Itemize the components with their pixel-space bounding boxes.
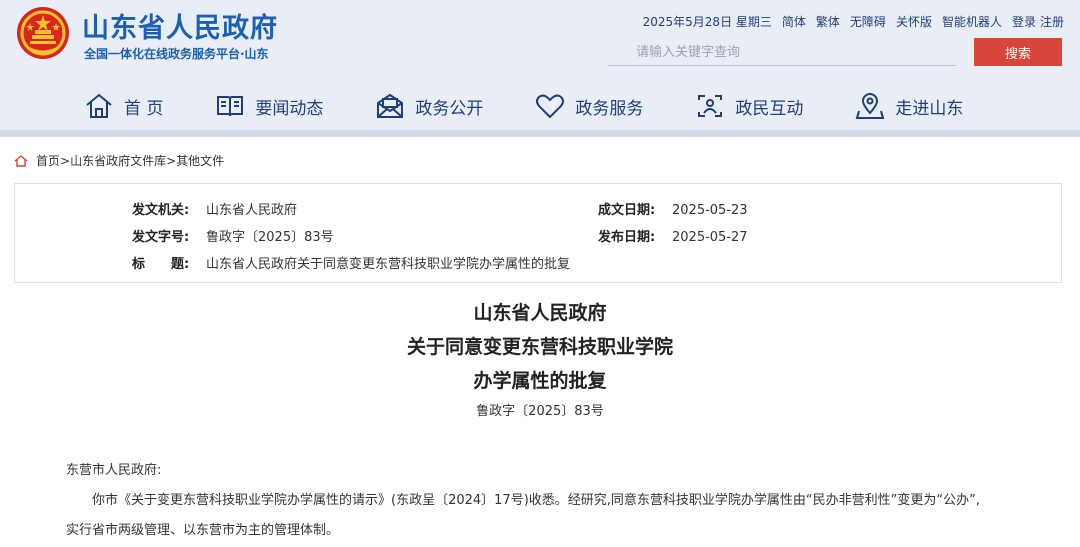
nav-shandong-label: 走进山东 — [895, 98, 964, 119]
subject-label: 标 题: — [132, 257, 190, 272]
breadcrumb-separator: > — [166, 154, 177, 168]
nav-disclosure[interactable]: 政务公开 — [375, 91, 483, 121]
heart-icon — [536, 94, 565, 119]
site-subtitle: 全国一体化在线政务服务平台·山东 — [84, 47, 269, 61]
book-icon — [217, 96, 244, 117]
home-icon — [14, 154, 28, 167]
nav-news[interactable]: 要闻动态 — [215, 91, 323, 121]
nav-disclosure-label: 政务公开 — [415, 98, 484, 119]
nav-home-label: 首 页 — [124, 98, 164, 119]
link-register[interactable]: 注册 — [1040, 13, 1064, 30]
document-title-line-2: 关于同意变更东营科技职业学院 — [406, 336, 673, 358]
main-nav: 首 页 要闻动态 政务公开 政务服务 政民互动 走进山东 — [84, 86, 1015, 126]
link-care-mode[interactable]: 关怀版 — [896, 13, 932, 30]
info-written-date-row: 成文日期: 2025-05-23 — [598, 199, 748, 218]
info-publish-date-row: 发布日期: 2025-05-27 — [598, 226, 748, 245]
nav-interaction[interactable]: 政民互动 — [695, 91, 803, 121]
national-emblem-icon — [17, 7, 69, 59]
breadcrumb-library[interactable]: 山东省政府文件库 — [70, 154, 166, 168]
link-traditional[interactable]: 繁体 — [816, 13, 840, 30]
nav-interaction-label: 政民互动 — [735, 98, 804, 119]
link-simplified[interactable]: 简体 — [782, 13, 806, 30]
interaction-icon — [698, 95, 723, 117]
envelope-icon — [377, 93, 404, 118]
nav-news-label: 要闻动态 — [255, 98, 324, 119]
written-date-label: 成文日期: — [598, 203, 656, 218]
map-pin-icon — [856, 93, 885, 119]
subject-value: 山东省人民政府关于同意变更东营科技职业学院办学属性的批复 — [206, 257, 571, 272]
breadcrumb: 首页>山东省政府文件库>其他文件 — [14, 152, 224, 169]
document-salutation: 东营市人民政府: — [66, 463, 162, 478]
search-input[interactable] — [608, 40, 956, 66]
publish-date-value: 2025-05-27 — [672, 230, 748, 245]
top-links-bar: 2025年5月28日 星期三 简体 繁体 无障碍 关怀版 智能机器人 登录 注册 — [643, 13, 1064, 30]
header-divider — [0, 130, 1080, 137]
document-number: 鲁政字〔2025〕83号 — [476, 404, 604, 419]
link-login[interactable]: 登录 — [1012, 13, 1036, 30]
document-body: 东营市人民政府: 你市《关于变更东营科技职业学院办学属性的请示》(东政呈〔202… — [66, 456, 986, 546]
written-date-value: 2025-05-23 — [672, 203, 748, 218]
nav-home[interactable]: 首 页 — [84, 91, 163, 121]
publish-date-label: 发布日期: — [598, 230, 656, 245]
breadcrumb-other-files[interactable]: 其他文件 — [176, 154, 224, 168]
nav-shandong[interactable]: 走进山东 — [855, 91, 963, 121]
nav-services-label: 政务服务 — [575, 98, 644, 119]
info-issuer-row: 发文机关: 山东省人民政府 — [132, 199, 297, 218]
info-docno-row: 发文字号: 鲁政字〔2025〕83号 — [132, 226, 334, 245]
nav-services[interactable]: 政务服务 — [535, 91, 643, 121]
issuer-label: 发文机关: — [132, 203, 190, 218]
doc-number-label: 发文字号: — [132, 230, 190, 245]
document-title-line-1: 山东省人民政府 — [473, 302, 607, 324]
doc-number-value: 鲁政字〔2025〕83号 — [206, 230, 334, 245]
site-header: 山东省人民政府 全国一体化在线政务服务平台·山东 2025年5月28日 星期三 … — [0, 0, 1080, 130]
search-button[interactable]: 搜索 — [974, 38, 1062, 66]
current-date: 2025年5月28日 星期三 — [642, 15, 772, 29]
home-icon — [86, 93, 112, 118]
issuer-value: 山东省人民政府 — [206, 203, 298, 218]
link-accessibility[interactable]: 无障碍 — [850, 13, 886, 30]
document-info-box: 发文机关: 山东省人民政府 发文字号: 鲁政字〔2025〕83号 标 题: 山东省人民… — [14, 183, 1062, 283]
link-chatbot[interactable]: 智能机器人 — [942, 13, 1002, 30]
site-title[interactable]: 山东省人民政府 — [82, 6, 278, 45]
info-subject-row: 标 题: 山东省人民政府关于同意变更东营科技职业学院办学属性的批复 — [132, 253, 570, 272]
document-title-line-3: 办学属性的批复 — [473, 370, 607, 392]
document-paragraph: 你市《关于变更东营科技职业学院办学属性的请示》(东政呈〔2024〕17号)收悉。… — [66, 493, 980, 538]
breadcrumb-home[interactable]: 首页 — [36, 154, 60, 168]
breadcrumb-separator: > — [60, 154, 71, 168]
